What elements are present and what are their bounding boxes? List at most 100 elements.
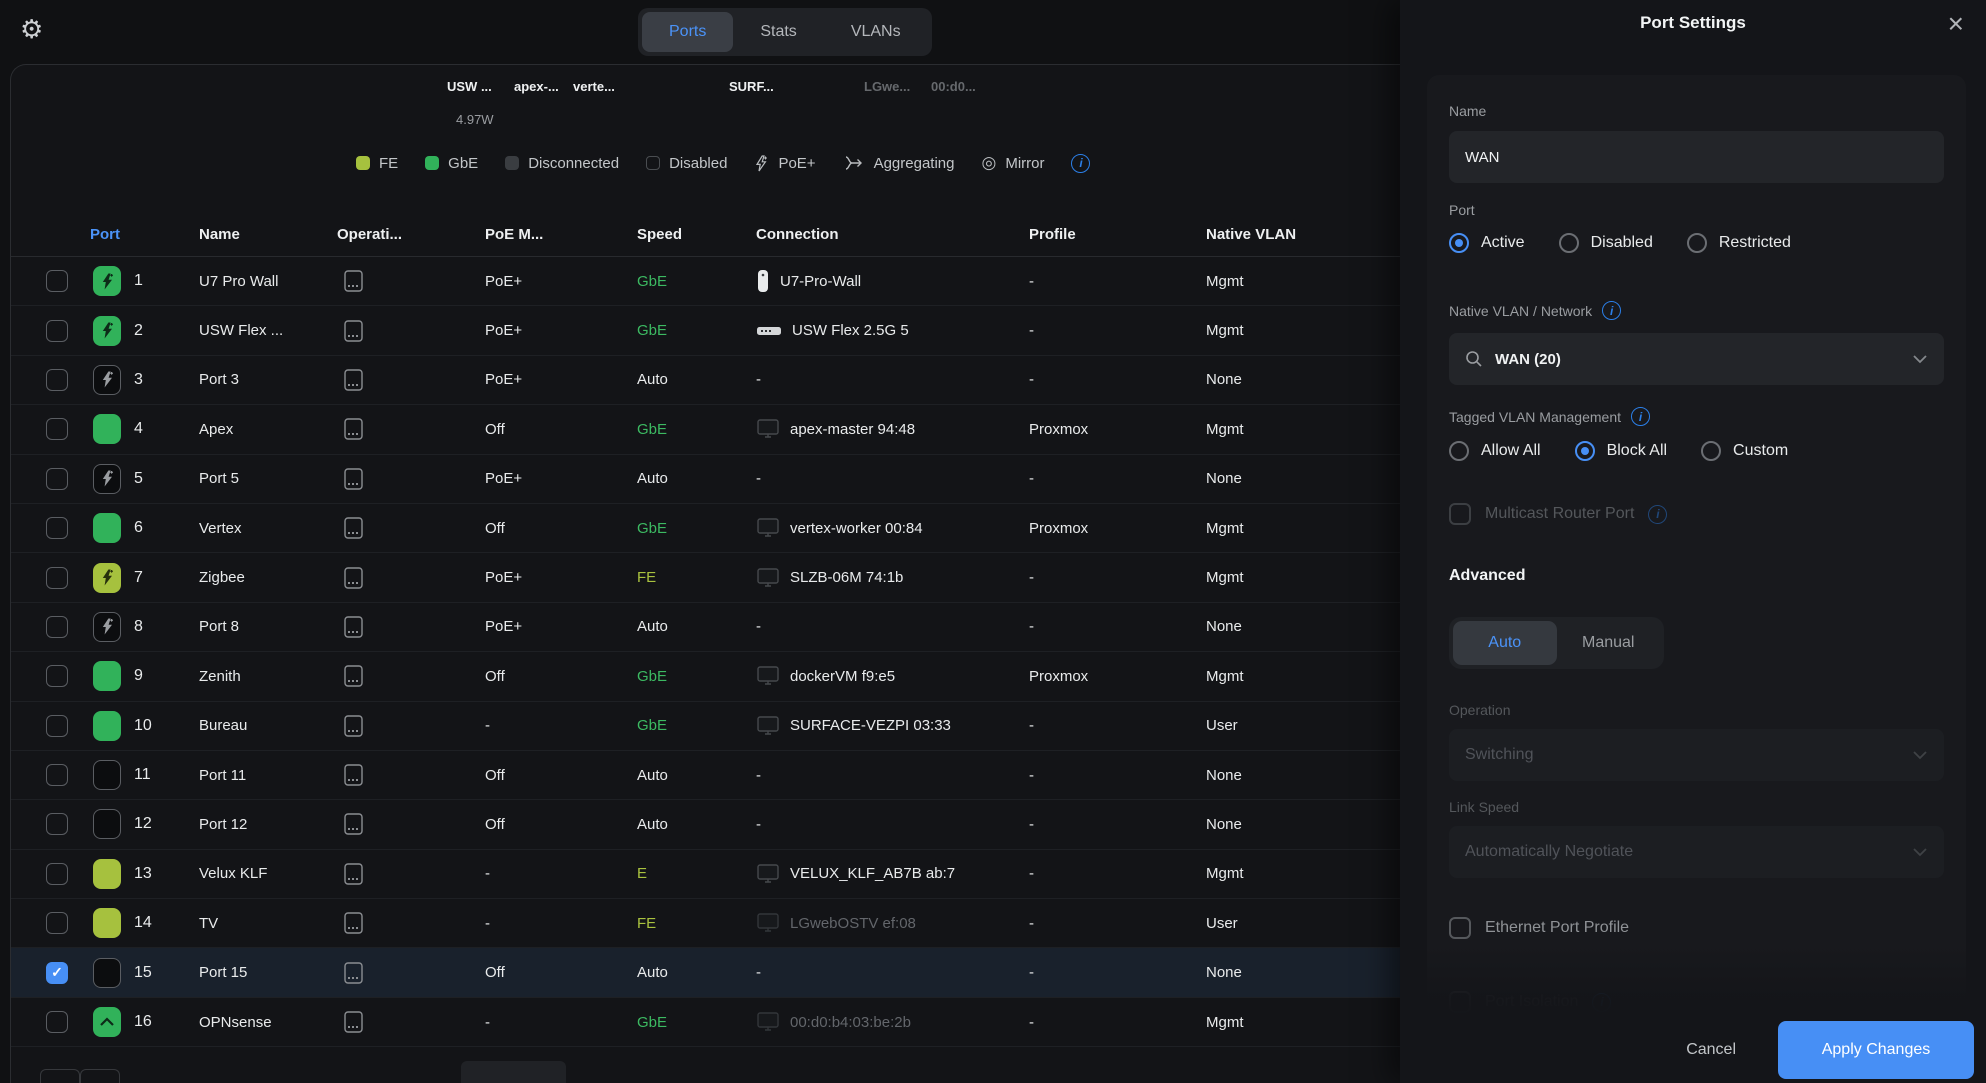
apply-changes-button[interactable]: Apply Changes: [1778, 1021, 1974, 1079]
table-row-port-6[interactable]: 6VertexOffGbEvertex-worker 00:84ProxmoxM…: [11, 504, 1400, 553]
radio-disabled[interactable]: Disabled: [1559, 233, 1653, 253]
native-vlan-select[interactable]: WAN (20): [1449, 333, 1944, 385]
table-row-port-10[interactable]: 10Bureau-GbESURFACE-VEZPI 03:33-User: [11, 702, 1400, 751]
table-row-port-2[interactable]: 2USW Flex ...PoE+GbEUSW Flex 2.5G 5-Mgmt: [11, 306, 1400, 355]
table-row-port-5[interactable]: 5Port 5PoE+Auto--None: [11, 455, 1400, 504]
row-checkbox[interactable]: ✓: [46, 948, 68, 996]
checkbox-icon[interactable]: [46, 912, 68, 934]
row-checkbox[interactable]: [46, 800, 68, 848]
checkbox-icon[interactable]: [46, 1011, 68, 1033]
checkbox-icon[interactable]: [46, 418, 68, 440]
column-header-speed[interactable]: Speed: [637, 226, 682, 243]
row-checkbox[interactable]: [46, 553, 68, 601]
multicast-router-port-checkbox[interactable]: Multicast Router Port i: [1449, 503, 1667, 525]
operation-switching-icon: [343, 356, 364, 404]
profile-value: -: [1029, 306, 1034, 354]
tab-stats[interactable]: Stats: [733, 12, 823, 52]
column-header-poe-mode[interactable]: PoE M...: [485, 226, 543, 243]
close-icon[interactable]: ×: [1948, 10, 1964, 38]
settings-gear-icon[interactable]: ⚙: [20, 14, 43, 45]
column-header-profile[interactable]: Profile: [1029, 226, 1076, 243]
checkbox-icon[interactable]: [46, 369, 68, 391]
table-row-port-14[interactable]: 14TV-FELGwebOSTV ef:08-User: [11, 899, 1400, 948]
radio-block-all[interactable]: Block All: [1575, 441, 1667, 461]
row-checkbox[interactable]: [46, 751, 68, 799]
table-row-port-8[interactable]: 8Port 8PoE+Auto--None: [11, 603, 1400, 652]
name-input[interactable]: WAN: [1449, 131, 1944, 183]
link-speed-select[interactable]: Automatically Negotiate: [1449, 826, 1944, 878]
column-header-port[interactable]: Port: [90, 226, 120, 243]
toggle-manual[interactable]: Manual: [1557, 621, 1661, 665]
row-checkbox[interactable]: [46, 603, 68, 651]
legend-disabled: Disabled: [646, 155, 727, 172]
checkbox-icon[interactable]: [46, 665, 68, 687]
table-row-port-9[interactable]: 9ZenithOffGbEdockerVM f9:e5ProxmoxMgmt: [11, 652, 1400, 701]
radio-restricted[interactable]: Restricted: [1687, 233, 1791, 253]
checkbox-checked-icon[interactable]: ✓: [46, 962, 68, 984]
column-header-name[interactable]: Name: [199, 226, 240, 243]
port-isolation-checkbox[interactable]: Port Isolation i: [1449, 991, 1611, 1013]
row-checkbox[interactable]: [46, 405, 68, 453]
table-row-port-7[interactable]: 7ZigbeePoE+FESLZB-06M 74:1b-Mgmt: [11, 553, 1400, 602]
table-row-port-15[interactable]: ✓15Port 15OffAuto--None: [11, 948, 1400, 997]
pagination-partial[interactable]: [40, 1069, 80, 1083]
column-header-native-vlan[interactable]: Native VLAN: [1206, 226, 1296, 243]
checkbox-icon[interactable]: [46, 616, 68, 638]
tab-vlans[interactable]: VLANs: [824, 12, 928, 52]
pagination-partial[interactable]: [80, 1069, 120, 1083]
chevron-down-icon: [1912, 354, 1928, 364]
checkbox-icon: [1449, 917, 1471, 939]
port-overview-label: verte...: [573, 79, 615, 94]
table-row-port-13[interactable]: 13Velux KLF-EVELUX_KLF_AB7B ab:7-Mgmt: [11, 850, 1400, 899]
checkbox-icon[interactable]: [46, 567, 68, 589]
row-checkbox[interactable]: [46, 257, 68, 305]
checkbox-icon[interactable]: [46, 468, 68, 490]
row-checkbox[interactable]: [46, 702, 68, 750]
radio-custom[interactable]: Custom: [1701, 441, 1788, 461]
tagged-vlan-info-icon[interactable]: i: [1631, 407, 1650, 426]
tab-ports[interactable]: Ports: [642, 12, 733, 52]
table-row-port-1[interactable]: 1U7 Pro WallPoE+GbEU7-Pro-Wall-Mgmt: [11, 257, 1400, 306]
row-checkbox[interactable]: [46, 504, 68, 552]
checkbox-icon[interactable]: [46, 764, 68, 786]
row-checkbox[interactable]: [46, 652, 68, 700]
row-checkbox[interactable]: [46, 306, 68, 354]
table-row-port-11[interactable]: 11Port 11OffAuto--None: [11, 751, 1400, 800]
table-row-port-16[interactable]: 16OPNsense-GbE00:d0:b4:03:be:2b-Mgmt: [11, 998, 1400, 1047]
table-row-port-4[interactable]: 4ApexOffGbEapex-master 94:48ProxmoxMgmt: [11, 405, 1400, 454]
column-header-connection[interactable]: Connection: [756, 226, 839, 243]
native-vlan-info-icon[interactable]: i: [1602, 301, 1621, 320]
checkbox-icon[interactable]: [46, 270, 68, 292]
checkbox-icon[interactable]: [46, 813, 68, 835]
cancel-button[interactable]: Cancel: [1686, 1041, 1736, 1059]
ethernet-port-profile-checkbox[interactable]: Ethernet Port Profile: [1449, 917, 1629, 939]
poe-mode: Off: [485, 504, 505, 552]
column-header-operation[interactable]: Operati...: [337, 226, 402, 243]
checkbox-icon[interactable]: [46, 320, 68, 342]
table-row-port-12[interactable]: 12Port 12OffAuto--None: [11, 800, 1400, 849]
panel-title: Port Settings: [1400, 13, 1986, 33]
checkbox-icon[interactable]: [46, 517, 68, 539]
port-name: TV: [199, 899, 218, 947]
row-checkbox[interactable]: [46, 899, 68, 947]
pc-device-icon: [756, 912, 780, 934]
row-checkbox[interactable]: [46, 850, 68, 898]
checkbox-icon[interactable]: [46, 863, 68, 885]
port-number: 5: [134, 455, 143, 503]
connection-cell: -: [756, 455, 761, 503]
checkbox-icon[interactable]: [46, 715, 68, 737]
row-checkbox[interactable]: [46, 998, 68, 1046]
operation-select[interactable]: Switching: [1449, 729, 1944, 781]
toggle-auto[interactable]: Auto: [1453, 621, 1557, 665]
legend-info-icon[interactable]: i: [1071, 154, 1090, 173]
profile-value: Proxmox: [1029, 504, 1088, 552]
row-checkbox[interactable]: [46, 356, 68, 404]
table-row-port-3[interactable]: 3Port 3PoE+Auto--None: [11, 356, 1400, 405]
pagination-partial[interactable]: [461, 1061, 566, 1083]
pc-device-icon: [756, 418, 780, 440]
speed-value: GbE: [637, 504, 667, 552]
profile-value: Proxmox: [1029, 405, 1088, 453]
radio-active[interactable]: Active: [1449, 233, 1525, 253]
radio-allow-all[interactable]: Allow All: [1449, 441, 1541, 461]
row-checkbox[interactable]: [46, 455, 68, 503]
